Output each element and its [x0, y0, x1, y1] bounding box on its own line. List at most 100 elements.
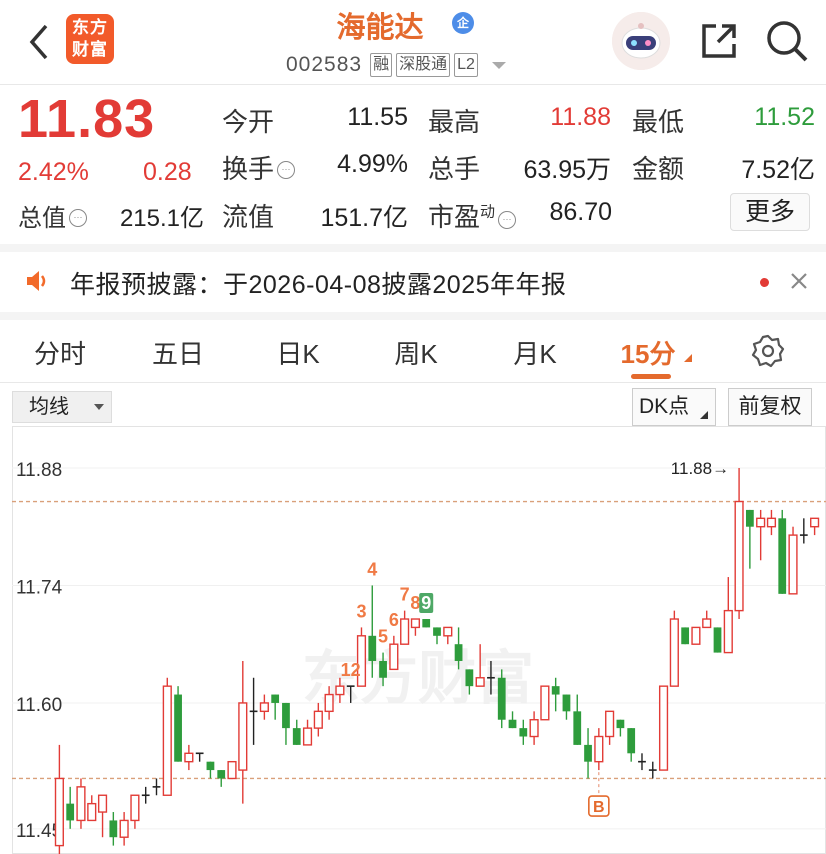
- tab-daily-k[interactable]: 日K: [266, 334, 330, 371]
- candle-body-down: [271, 694, 280, 703]
- candle-body-down: [497, 677, 506, 720]
- candle-body-down: [174, 694, 182, 762]
- candle-body-down: [778, 518, 787, 594]
- open-value: 11.55: [347, 103, 408, 131]
- candle-body-up: [227, 760, 237, 780]
- td-marker: 12: [341, 660, 361, 680]
- buy-marker-label: B: [593, 799, 605, 816]
- candle-body-down: [713, 627, 722, 653]
- tab-15min[interactable]: 15分: [612, 334, 684, 371]
- kline-chart[interactable]: 东方财富11.8811.7411.6011.4511.88→1234567 8 9B: [12, 426, 826, 854]
- chevron-down-icon[interactable]: [94, 404, 104, 410]
- chevron-down-icon[interactable]: [491, 61, 506, 69]
- candle-body-up: [810, 517, 820, 528]
- candle-body-up: [54, 777, 64, 847]
- notice-text[interactable]: 年报预披露：于2026-04-08披露2025年年报: [70, 265, 567, 301]
- unread-dot: [760, 278, 769, 287]
- candle-body-up: [766, 517, 777, 528]
- search-icon[interactable]: [764, 18, 810, 64]
- tab-five-day[interactable]: 五日: [146, 334, 210, 371]
- more-button[interactable]: 更多: [730, 193, 810, 231]
- info-icon[interactable]: ···: [498, 211, 517, 229]
- high-value: 11.88: [550, 103, 611, 131]
- td-marker: 7: [400, 585, 410, 605]
- candle-body-up: [756, 517, 766, 528]
- adjust-forward-button[interactable]: 前复权: [728, 388, 812, 426]
- pe-superscript: 动: [480, 203, 496, 221]
- low-value: 11.52: [754, 103, 815, 131]
- candle-body-up: [76, 786, 86, 822]
- share-icon[interactable]: [696, 18, 742, 64]
- stock-code-row[interactable]: 002583 融 深股通 L2: [286, 52, 506, 78]
- close-icon[interactable]: [786, 268, 812, 294]
- candle-body-up: [540, 685, 550, 721]
- candle-body-up: [162, 685, 172, 796]
- y-tick-label: 11.74: [16, 577, 63, 598]
- assistant-robot-icon[interactable]: [612, 12, 670, 70]
- header-divider: [0, 84, 826, 85]
- candle-body-down: [368, 635, 377, 661]
- candle-body-down: [422, 619, 431, 628]
- high-label: 最高: [428, 107, 481, 137]
- candle-body-up: [734, 500, 744, 612]
- candle-body-up: [238, 702, 248, 771]
- chart-frame: [12, 426, 826, 854]
- change-percent: 2.42%: [18, 158, 89, 186]
- tabs-divider: [0, 382, 826, 383]
- tab-weekly-k[interactable]: 周K: [384, 334, 448, 371]
- candle-body-down: [282, 702, 290, 729]
- max-price-label: 11.88→: [671, 459, 729, 478]
- candle-body-down: [433, 627, 441, 636]
- logo-text-line1: 东方: [72, 18, 108, 37]
- td-marker: 6: [389, 610, 399, 630]
- candle-body-down: [584, 744, 592, 762]
- open-label: 今开: [222, 107, 275, 137]
- candle-body-up: [658, 685, 669, 771]
- candle-body-down: [465, 669, 474, 687]
- gear-icon[interactable]: [750, 333, 786, 369]
- candle-body-up: [130, 794, 140, 822]
- candle-body-down: [562, 694, 571, 712]
- corner-indicator-icon: [700, 411, 708, 419]
- info-icon[interactable]: ···: [69, 209, 87, 227]
- candle-body-up: [691, 626, 701, 645]
- tag-level2: L2: [454, 53, 478, 77]
- tab-underline: [631, 374, 671, 379]
- td-marker: 8: [410, 593, 420, 613]
- tab-intraday[interactable]: 分时: [28, 334, 92, 371]
- candle-body-up: [184, 752, 194, 763]
- candle-body-down: [109, 820, 118, 838]
- enterprise-badge: 企: [452, 12, 474, 34]
- amount-value: 7.52亿: [741, 156, 815, 184]
- candle-body-up: [443, 626, 453, 637]
- market-cap-value: 215.1亿: [119, 205, 204, 232]
- candle-body-down: [206, 761, 215, 771]
- market-cap-label-text: 总值: [18, 205, 66, 232]
- candle-body-up: [475, 677, 485, 687]
- pe-label-text: 市盈: [428, 202, 481, 232]
- info-icon[interactable]: ···: [277, 161, 296, 179]
- candle-body-up: [119, 819, 129, 838]
- candle-body-down: [379, 660, 387, 678]
- candle-body-down: [551, 686, 560, 695]
- change-amount: 0.28: [143, 158, 192, 186]
- candle-body-down: [681, 627, 690, 645]
- tag-connect: 深股通: [396, 53, 451, 77]
- logo-text-line2: 财富: [72, 40, 108, 59]
- low-label: 最低: [632, 107, 685, 137]
- candle-body-up: [400, 618, 410, 645]
- volume-value: 63.95万: [523, 156, 611, 184]
- tab-monthly-k[interactable]: 月K: [503, 334, 567, 371]
- back-arrow-icon[interactable]: [24, 22, 54, 62]
- candle-body-up: [605, 710, 615, 738]
- dk-points-button[interactable]: DK点: [632, 388, 716, 426]
- candle-body-up: [669, 618, 679, 687]
- market-cap-label: 总值 ···: [18, 198, 87, 233]
- candle-body-up: [302, 727, 313, 746]
- last-price: 11.83: [18, 89, 156, 149]
- candle-body-down: [454, 644, 463, 661]
- turnover-label: 换手 ···: [222, 149, 296, 186]
- candle-body-up: [324, 693, 334, 713]
- tag-margin: 融: [370, 53, 393, 77]
- candle-body-up: [594, 735, 604, 763]
